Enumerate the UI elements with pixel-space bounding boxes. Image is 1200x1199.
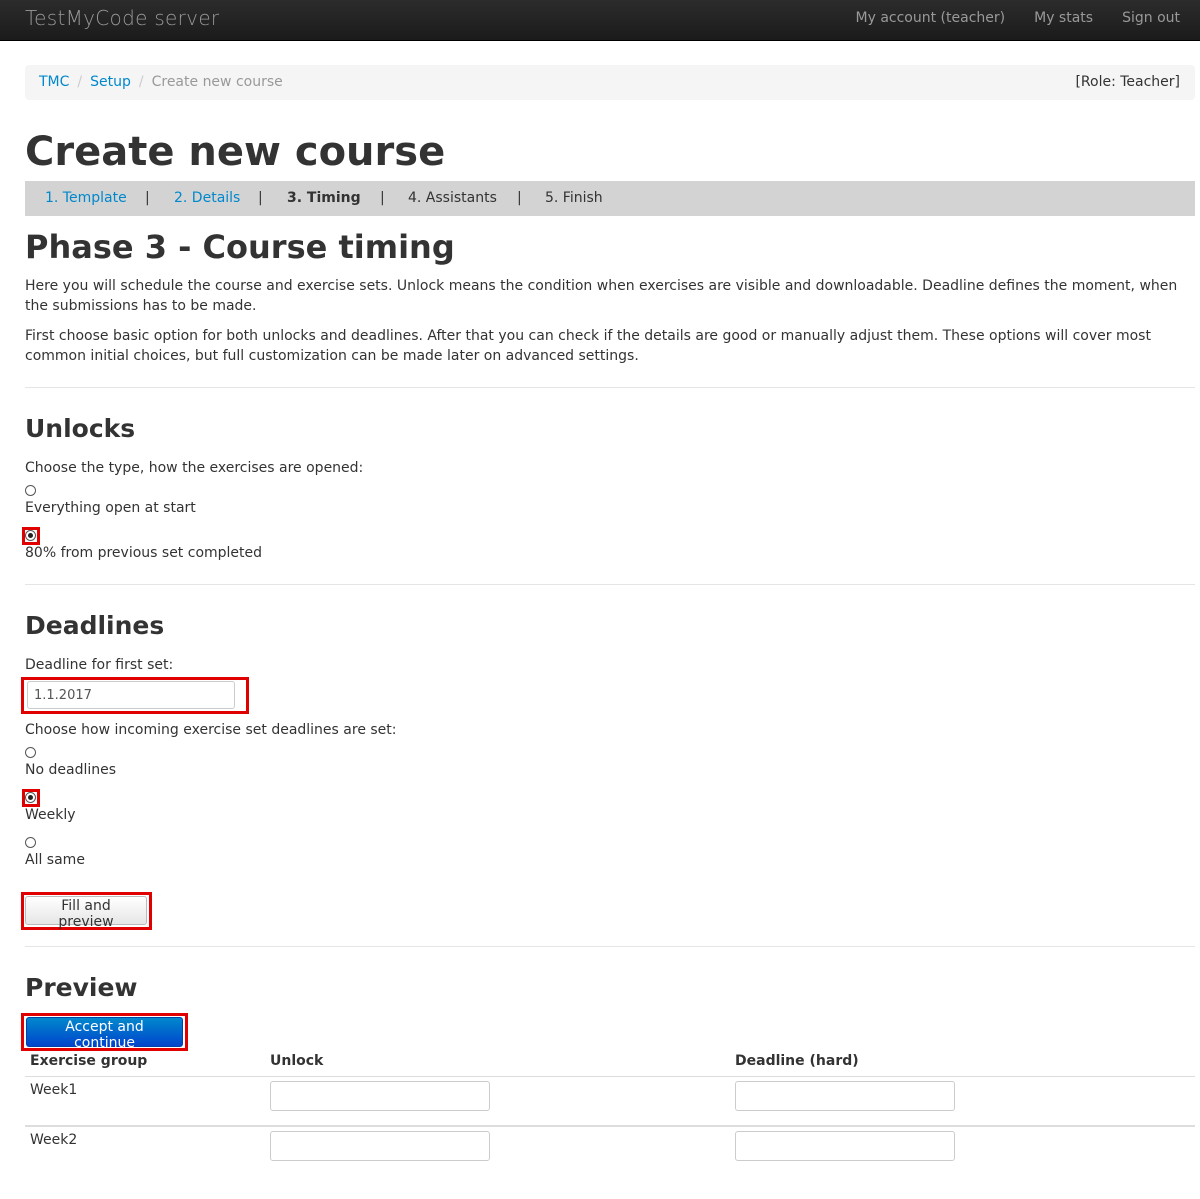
deadline-mode-prompt: Choose how incoming exercise set deadlin…	[25, 722, 397, 738]
first-deadline-input[interactable]	[27, 681, 235, 709]
breadcrumb-tmc-link[interactable]: TMC	[39, 74, 69, 90]
divider	[25, 584, 1195, 585]
row-deadline-input[interactable]	[735, 1081, 955, 1111]
page-title: Create new course	[25, 129, 446, 175]
accept-and-continue-button[interactable]: Accept and continue	[26, 1017, 183, 1051]
deadline-weekly-radio[interactable]	[25, 792, 36, 803]
navbar-links: My account (teacher) My stats Sign out	[827, 0, 1180, 40]
divider	[25, 387, 1195, 388]
unlock-80-percent-label: 80% from previous set completed	[25, 545, 263, 561]
table-row-divider	[25, 1125, 1195, 1127]
top-navbar: TestMyCode server My account (teacher) M…	[0, 0, 1200, 41]
table-header-divider	[25, 1076, 1195, 1077]
step-assistants: 4. Assistants	[408, 190, 497, 206]
row-unlock-input[interactable]	[270, 1081, 490, 1111]
fill-and-preview-button[interactable]: Fill and preview	[25, 896, 147, 930]
unlock-80-percent-radio[interactable]	[25, 530, 36, 541]
breadcrumb: TMC / Setup / Create new course [Role: Teach…	[25, 65, 1195, 100]
row-deadline-input[interactable]	[735, 1131, 955, 1161]
step-separator: |	[380, 190, 385, 206]
unlock-everything-open-radio[interactable]	[25, 485, 36, 496]
row-unlock-input[interactable]	[270, 1131, 490, 1161]
unlocks-heading: Unlocks	[25, 414, 136, 443]
first-deadline-label: Deadline for first set:	[25, 657, 174, 673]
deadline-all-same-radio[interactable]	[25, 837, 36, 848]
breadcrumb-separator: /	[77, 74, 83, 90]
nav-my-stats-link[interactable]: My stats	[1034, 0, 1093, 40]
deadline-all-same-label: All same	[25, 852, 85, 868]
deadlines-heading: Deadlines	[25, 611, 165, 640]
intro-paragraph-1: Here you will schedule the course and ex…	[25, 278, 1178, 314]
row-group-name: Week1	[30, 1082, 78, 1098]
deadline-none-label: No deadlines	[25, 762, 117, 778]
step-details-link[interactable]: 2. Details	[174, 181, 240, 215]
step-finish: 5. Finish	[545, 190, 603, 206]
unlock-everything-open-label: Everything open at start	[25, 500, 196, 516]
col-header-unlock: Unlock	[270, 1053, 324, 1069]
role-indicator: [Role: Teacher]	[1075, 74, 1180, 90]
col-header-deadline: Deadline (hard)	[735, 1053, 859, 1069]
preview-heading: Preview	[25, 973, 138, 1002]
intro-paragraph-2: First choose basic option for both unloc…	[25, 328, 1151, 364]
breadcrumb-separator: /	[138, 74, 144, 90]
step-separator: |	[145, 190, 150, 206]
deadline-weekly-label: Weekly	[25, 807, 76, 823]
divider	[25, 946, 1195, 947]
nav-my-account-link[interactable]: My account (teacher)	[856, 0, 1006, 40]
step-separator: |	[258, 190, 263, 206]
breadcrumb-setup-link[interactable]: Setup	[90, 74, 131, 90]
step-template-link[interactable]: 1. Template	[45, 181, 127, 215]
step-separator: |	[517, 190, 522, 206]
phase-title: Phase 3 - Course timing	[25, 228, 455, 266]
deadline-none-radio[interactable]	[25, 747, 36, 758]
unlocks-prompt: Choose the type, how the exercises are o…	[25, 460, 364, 476]
col-header-exercise-group: Exercise group	[30, 1053, 148, 1069]
brand-logo-text[interactable]: TestMyCode server	[25, 6, 219, 30]
wizard-steps-bar: 1. Template | 2. Details | 3. Timing | 4…	[25, 181, 1195, 216]
nav-sign-out-link[interactable]: Sign out	[1122, 0, 1180, 40]
breadcrumb-current: Create new course	[151, 74, 283, 90]
row-group-name: Week2	[30, 1132, 78, 1148]
step-timing-current: 3. Timing	[287, 190, 361, 206]
